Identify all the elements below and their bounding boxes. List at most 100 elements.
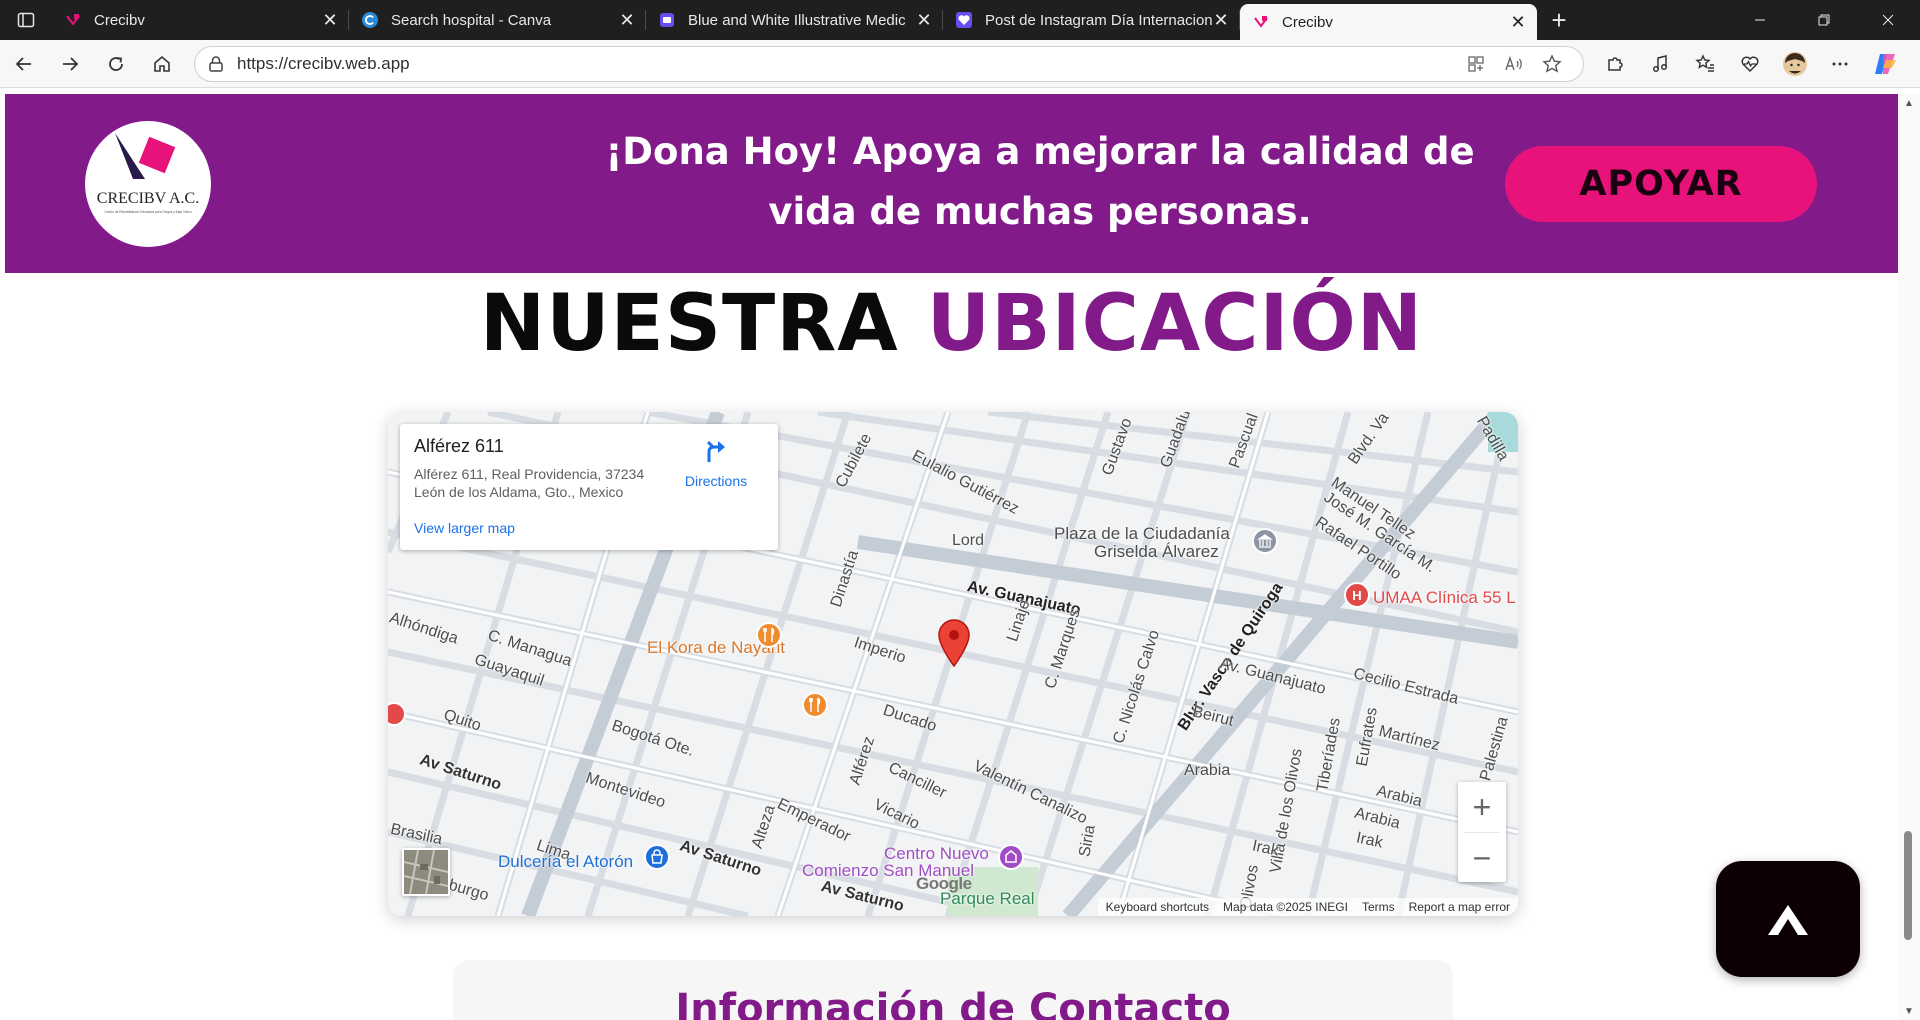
contact-section: Información de Contacto — [453, 960, 1453, 1020]
zoom-out-button[interactable]: − — [1458, 833, 1506, 883]
heading-part-1: NUESTRA — [479, 279, 899, 369]
directions-label: Directions — [684, 473, 748, 489]
tab-title: Blue and White Illustrative Medic — [688, 11, 906, 29]
copilot-icon — [1874, 53, 1896, 74]
close-icon[interactable]: ✕ — [1212, 10, 1230, 31]
page-scrollbar[interactable]: ▲ ▼ — [1898, 94, 1920, 1020]
favorites-button[interactable] — [1682, 44, 1727, 84]
close-icon[interactable]: ✕ — [1509, 12, 1527, 33]
media-control-button[interactable] — [1637, 44, 1682, 84]
refresh-button[interactable] — [94, 44, 138, 84]
logo-subtitle: Centro de Rehabilitación Educativa para … — [104, 210, 191, 214]
terms-link[interactable]: Terms — [1362, 900, 1395, 914]
shopping-icon[interactable] — [644, 844, 670, 870]
community-center-icon[interactable] — [998, 844, 1024, 870]
close-icon[interactable]: ✕ — [915, 10, 933, 31]
scrollbar-thumb[interactable] — [1904, 831, 1912, 940]
report-error-link[interactable]: Report a map error — [1409, 900, 1510, 914]
url-text[interactable]: https://crecibv.web.app — [237, 54, 1457, 74]
civic-building-icon[interactable] — [1252, 528, 1278, 554]
tab-canva[interactable]: Search hospital - Canva ✕ — [349, 0, 646, 40]
close-icon[interactable]: ✕ — [618, 10, 636, 31]
canva-icon — [361, 11, 379, 29]
keyboard-shortcuts-link[interactable]: Keyboard shortcuts — [1106, 900, 1209, 914]
back-button[interactable] — [2, 44, 46, 84]
more-dots-icon — [1832, 62, 1847, 65]
zoom-in-button[interactable]: + — [1458, 782, 1506, 832]
favorites-list-icon — [1694, 53, 1714, 72]
heading-part-2: UBICACIÓN — [926, 279, 1424, 369]
minimize-icon — [1755, 19, 1765, 21]
heartbeat-icon — [1741, 56, 1758, 72]
tab-crecibv-active[interactable]: Crecibv ✕ — [1240, 4, 1537, 40]
favorite-star-icon[interactable] — [1533, 49, 1571, 79]
contact-title: Información de Contacto — [675, 986, 1231, 1020]
place-label[interactable]: Dulcería el Atorón — [498, 852, 633, 872]
scroll-down-button[interactable]: ▼ — [1898, 1002, 1920, 1020]
address-line-2: León de los Aldama, Gto., Mexico — [414, 484, 624, 500]
tab-actions-icon — [17, 12, 35, 28]
copilot-button[interactable] — [1862, 44, 1907, 84]
view-larger-map-link[interactable]: View larger map — [414, 520, 515, 536]
address-bar[interactable]: https://crecibv.web.app — [194, 45, 1584, 82]
page-viewport: CRECIBV A.C. Centro de Rehabilitación Ed… — [5, 94, 1898, 1020]
zoom-controls: + − — [1458, 782, 1506, 882]
crecibv-icon — [64, 11, 82, 29]
tab-canva-design[interactable]: Blue and White Illustrative Medic ✕ — [646, 0, 943, 40]
google-logo: Google — [916, 874, 972, 893]
place-info-card: Alférez 611 Alférez 611, Real Providenci… — [400, 424, 778, 550]
tab-title: Crecibv — [94, 11, 145, 29]
document-icon — [658, 11, 676, 29]
browser-essentials-button[interactable] — [1727, 44, 1772, 84]
settings-more-button[interactable] — [1817, 44, 1862, 84]
location-heading: NUESTRA UBICACIÓN — [5, 274, 1898, 374]
minimize-button[interactable] — [1728, 0, 1792, 40]
tab-actions-button[interactable] — [0, 0, 52, 40]
close-window-button[interactable] — [1856, 0, 1920, 40]
profile-button[interactable] — [1772, 44, 1817, 84]
arrow-right-icon — [63, 56, 79, 71]
donation-banner: CRECIBV A.C. Centro de Rehabilitación Ed… — [5, 94, 1898, 273]
logo-graphic: CRECIBV A.C. Centro de Rehabilitación Ed… — [97, 133, 199, 214]
restore-icon — [1818, 14, 1830, 26]
hospital-icon[interactable] — [388, 702, 406, 726]
restore-button[interactable] — [1792, 0, 1856, 40]
chevron-up-icon — [1768, 905, 1808, 935]
google-map-embed[interactable]: Cubilete Eulalio Gutiérrez Gustavo Guada… — [388, 412, 1518, 916]
tab-instagram-post[interactable]: Post de Instagram Día Internacion ✕ — [943, 0, 1240, 40]
extensions-button[interactable] — [1592, 44, 1637, 84]
new-tab-button[interactable]: + — [1537, 0, 1581, 40]
tab-title: Post de Instagram Día Internacion — [985, 11, 1212, 29]
directions-button[interactable]: Directions — [676, 438, 756, 489]
place-label[interactable]: Griselda Álvarez — [1094, 542, 1219, 562]
site-info-icon[interactable] — [207, 55, 225, 73]
restaurant-icon[interactable] — [802, 692, 828, 718]
browser-tab-bar: Crecibv ✕ Search hospital - Canva ✕ Blue… — [0, 0, 1920, 40]
chat-widget-button[interactable] — [1716, 861, 1860, 977]
crecibv-icon — [1252, 13, 1270, 31]
home-button[interactable] — [140, 44, 184, 84]
tab-title: Crecibv — [1282, 13, 1333, 31]
close-icon[interactable]: ✕ — [321, 10, 339, 31]
restaurant-icon[interactable] — [756, 622, 782, 648]
banner-line-1: ¡Dona Hoy! Apoya a mejorar la calidad de — [605, 130, 1475, 173]
satellite-toggle[interactable] — [402, 848, 450, 896]
music-note-icon — [1652, 54, 1667, 72]
arrow-left-icon — [15, 56, 31, 71]
crecibv-logo[interactable]: CRECIBV A.C. Centro de Rehabilitación Ed… — [85, 121, 211, 247]
scroll-up-button[interactable]: ▲ — [1898, 94, 1920, 112]
tab-crecibv-1[interactable]: Crecibv ✕ — [52, 0, 349, 40]
read-aloud-icon[interactable] — [1495, 49, 1533, 79]
heart-icon — [955, 11, 973, 29]
apoyar-button[interactable]: APOYAR — [1505, 146, 1817, 222]
place-label[interactable]: Plaza de la Ciudadanía — [1054, 524, 1230, 544]
home-icon — [154, 55, 170, 72]
hospital-icon[interactable]: H — [1344, 582, 1370, 608]
place-label[interactable]: UMAA Clínica 55 L — [1373, 588, 1516, 608]
app-available-icon[interactable] — [1457, 49, 1495, 79]
banner-line-2: vida de muchas personas. — [768, 190, 1312, 233]
svg-text:H: H — [1352, 588, 1361, 603]
location-pin-icon[interactable] — [936, 618, 972, 668]
map-attribution: Keyboard shortcuts Map data ©2025 INEGI … — [1097, 898, 1518, 916]
forward-button[interactable] — [48, 44, 92, 84]
